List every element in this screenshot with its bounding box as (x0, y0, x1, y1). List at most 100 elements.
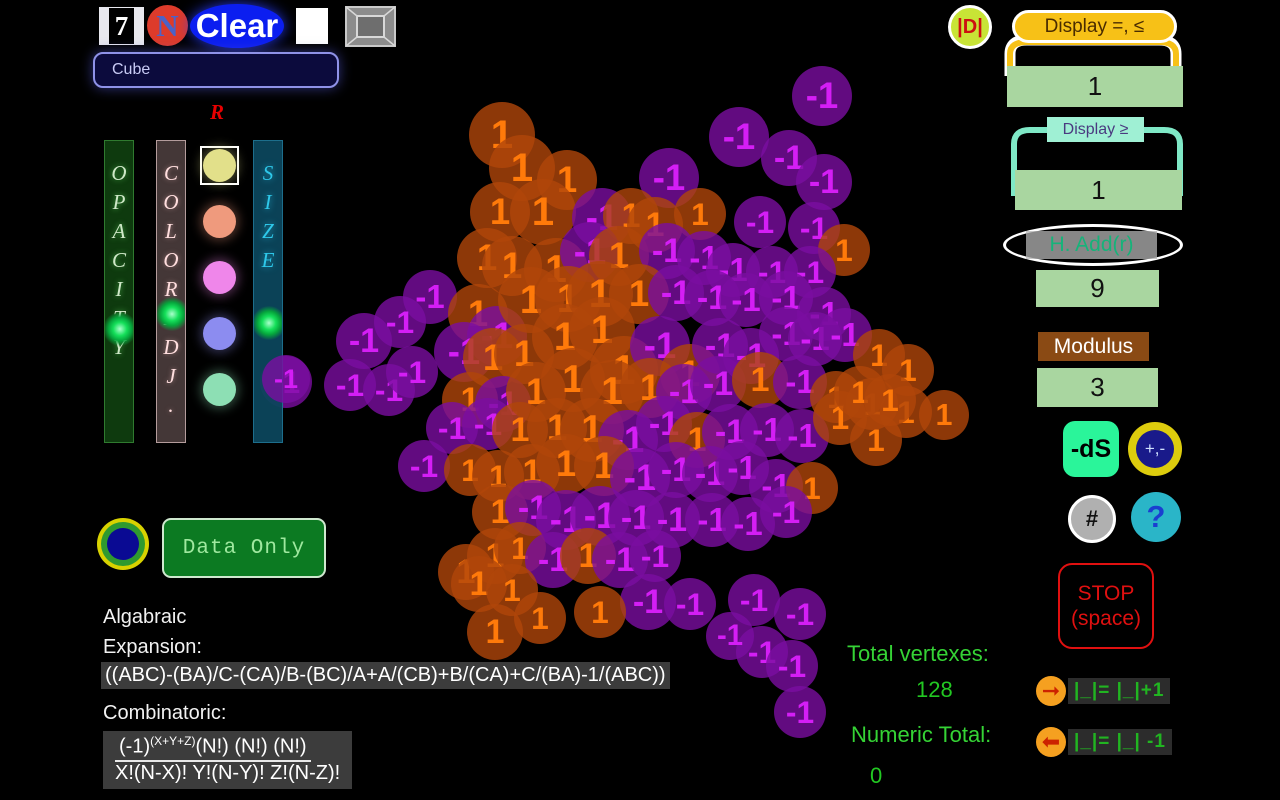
slider-color-adj-letter: L (165, 219, 177, 243)
h-add-label[interactable]: H. Add(r) (1026, 231, 1157, 259)
total-vertexes-label: Total vertexes: (847, 641, 989, 666)
vertex-node: 1 (482, 236, 542, 296)
vertex-node: 1 (498, 267, 564, 333)
vertex-node: 1 (472, 484, 528, 540)
numeric-total-value: 0 (870, 763, 883, 788)
slider-color-adj[interactable]: COLORADJ. (156, 140, 186, 443)
arrow-left-icon: ⬅ (1036, 727, 1066, 757)
vertex-node: -1 (734, 196, 786, 248)
led-core (107, 528, 139, 560)
stop-label-line2: (space) (1070, 607, 1142, 630)
vertex-node: -1 (774, 588, 826, 640)
vertex-node: -1 (761, 130, 817, 186)
display-le-value[interactable]: 1 (1007, 66, 1183, 107)
object-name-input[interactable]: Cube (93, 52, 339, 88)
algebraic-expansion-label: Algabraic Expansion: (103, 602, 202, 662)
h-add-value[interactable]: 9 (1036, 270, 1159, 307)
slider-opacity-letter: A (112, 219, 126, 243)
display-le-label[interactable]: Display =, ≤ (1012, 10, 1177, 43)
hash-button[interactable]: # (1068, 495, 1116, 543)
vertex-node: 1 (470, 182, 530, 242)
color-swatch-mint[interactable] (200, 370, 239, 409)
clear-button[interactable]: Clear (190, 4, 284, 48)
data-only-led[interactable] (97, 518, 149, 570)
vertex-node: 1 (524, 238, 588, 302)
vertex-node: -1 (690, 356, 746, 412)
color-swatch-periwinkle[interactable] (200, 314, 239, 353)
vertex-node: -1 (685, 493, 739, 547)
vertex-node: -1 (398, 440, 450, 492)
vertex-node: 1 (627, 197, 683, 253)
vertex-node: -1 (749, 459, 803, 513)
slider-size-letter: I (264, 190, 272, 214)
data-only-button[interactable]: Data Only (162, 518, 326, 578)
vertex-node: -1 (775, 409, 829, 463)
vertex-node: 1 (444, 444, 496, 496)
color-swatch-khaki[interactable] (200, 146, 239, 185)
slider-size-handle[interactable] (254, 305, 282, 340)
vertex-node: -1 (682, 446, 738, 502)
vertex-node: 1 (810, 371, 862, 423)
color-swatch-violet[interactable] (200, 258, 239, 297)
vertex-node: 1 (560, 398, 624, 462)
color-swatch-dot (203, 261, 236, 294)
vertex-node: -1 (610, 448, 670, 508)
color-swatch-salmon[interactable] (200, 202, 239, 241)
color-swatch-dot (203, 149, 236, 182)
vertex-node: -1 (759, 271, 813, 325)
display-ge-value[interactable]: 1 (1015, 170, 1182, 210)
slider-opacity-letter: O (111, 161, 127, 185)
slider-color-adj-handle[interactable] (157, 296, 185, 331)
help-button[interactable]: ? (1131, 492, 1181, 542)
vertex-node: 1 (919, 390, 969, 440)
vertex-node: -1 (386, 346, 438, 398)
vertex-node: -1 (723, 328, 779, 384)
vertex-node: 1 (818, 224, 870, 276)
vertex-node: 1 (451, 556, 507, 612)
color-swatch-dot (203, 317, 236, 350)
vertex-node: 1 (574, 436, 634, 496)
determinant-icon[interactable]: |D| (948, 5, 992, 49)
vertex-node: 1 (510, 179, 576, 245)
plus-minus-button[interactable]: +,- (1128, 422, 1182, 476)
vertex-node: -1 (740, 403, 794, 457)
slider-color-adj-letter: J (166, 364, 176, 388)
vertex-node: -1 (677, 231, 731, 285)
combinatoric-numerator-base: (-1) (119, 735, 151, 758)
vertex-node: 1 (864, 374, 916, 426)
vertex-node: -1 (363, 364, 415, 416)
vertex-node: -1 (620, 574, 676, 630)
step-down-row[interactable]: ⬅ |_|= |_| -1 (1036, 727, 1172, 757)
vertex-node: -1 (746, 246, 798, 298)
modulus-value[interactable]: 3 (1037, 368, 1158, 407)
vertex-node: -1 (639, 223, 695, 279)
vertex-node: -1 (784, 246, 836, 298)
vertex-node: 1 (494, 522, 546, 574)
vertex-node: -1 (709, 107, 769, 167)
vertex-node: 1 (469, 102, 535, 168)
vertex-node: -1 (702, 404, 758, 460)
total-vertexes-value: 128 (916, 677, 953, 702)
slider-opacity[interactable]: OPACITY (104, 140, 134, 443)
vertex-node: 1 (541, 348, 605, 412)
vertex-node: 1 (442, 372, 498, 428)
step-down-label: |_|= |_| -1 (1068, 729, 1172, 755)
n-button[interactable]: N (147, 5, 188, 46)
vertex-node: 1 (489, 135, 555, 201)
count-box[interactable]: 7 (99, 7, 144, 45)
modulus-label: Modulus (1038, 332, 1149, 361)
slider-color-adj-letter: C (163, 161, 178, 185)
vertex-node: -1 (797, 287, 851, 341)
slider-opacity-handle[interactable] (105, 311, 133, 346)
vertex-node: 1 (467, 528, 523, 584)
vertex-node: 1 (506, 362, 566, 422)
step-up-row[interactable]: ➞ |_|= |_|+1 (1036, 676, 1171, 706)
cube-perspective-icon[interactable] (345, 6, 396, 47)
stop-button[interactable]: STOP (space) (1058, 563, 1154, 649)
display-ge-label[interactable]: Display ≥ (1047, 117, 1144, 142)
algebraic-expansion-value: ((ABC)-(BA)/C-(CA)/B-(BC)/A+A/(CB)+B/(CA… (101, 662, 670, 689)
vertex-node: -1 (684, 270, 740, 326)
white-color-swatch[interactable] (296, 8, 328, 44)
algebraic-label-line1: Algabraic (103, 606, 187, 628)
minus-ds-button[interactable]: -dS (1063, 421, 1119, 477)
